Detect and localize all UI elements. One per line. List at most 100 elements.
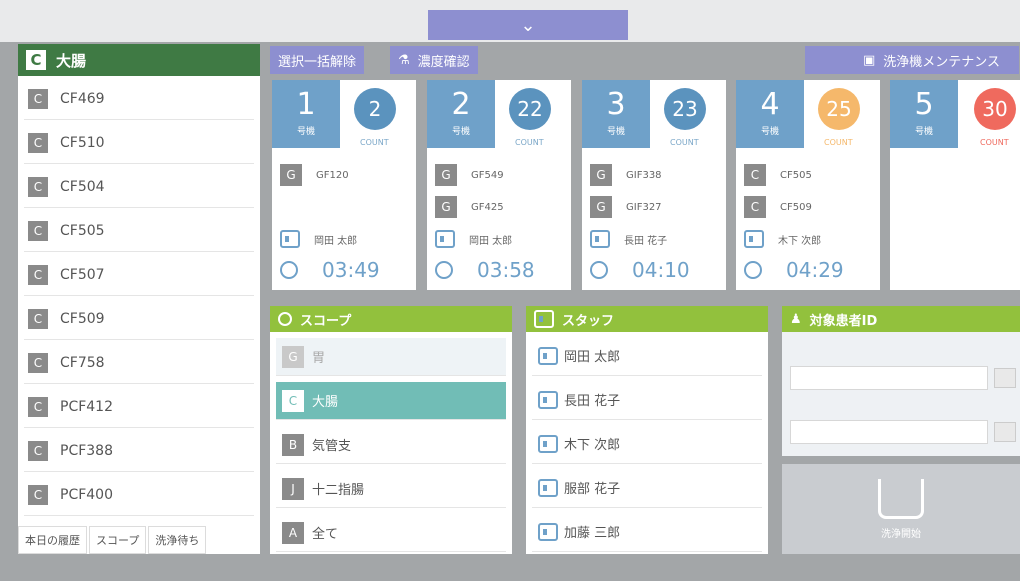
scope-badge: C [28,264,48,285]
scope-code: PCF388 [60,442,113,459]
list-item[interactable]: C CF507 [24,254,254,296]
count-circle: 22 [509,88,551,130]
scope-code: CF505 [60,222,105,239]
washer-maintenance-button[interactable]: ▣ 洗浄機メンテナンス [805,46,1019,74]
scope-badge: C [28,352,48,373]
staff-item[interactable]: 加藤 三郎 [532,512,762,552]
flask-icon: ⚗ [398,52,410,68]
washer-card-2[interactable]: 2 号機 22 COUNT G GF549 G GF425 岡田 太郎 03:58 [427,80,571,290]
tab-wash-waiting[interactable]: 洗浄待ち [148,526,207,554]
staff-panel: スタッフ 岡田 太郎 長田 花子 木下 次郎 服部 花子 加藤 三郎 [526,306,768,554]
scope-code: CF509 [60,310,105,327]
start-wash-button[interactable]: 洗浄開始 [782,464,1020,554]
assigned-staff: 岡田 太郎 [280,230,357,248]
scope-badge: C [28,396,48,417]
scope-code: PCF412 [60,398,113,415]
scope-code: CF469 [60,90,105,107]
clock-icon [280,261,298,279]
count-label: COUNT [670,138,699,147]
scope-filter-item[interactable]: A 全て [276,514,506,552]
left-tabs: 本日の履歴 スコープ 洗浄待ち [18,526,208,554]
scope-badge: C [28,220,48,241]
collapse-button[interactable]: ⌄ [428,10,628,40]
id-card-icon [590,230,610,248]
basin-icon [878,478,924,519]
count-label: COUNT [515,138,544,147]
clock-icon [590,261,608,279]
patient-id-panel: ♟ 対象患者ID [782,306,1020,456]
scope-badge: C [28,484,48,505]
book-icon: ▣ [863,52,876,68]
count-circle: 2 [354,88,396,130]
staff-item[interactable]: 木下 次郎 [532,424,762,464]
count-label: COUNT [360,138,389,147]
assigned-scope: G GIF338 [590,164,662,186]
assigned-scope: G GF549 [435,164,504,186]
scope-list-panel: C 大腸 C CF469 C CF510 C CF504 C CF505 C CF507 … [18,44,260,554]
start-wash-label: 洗浄開始 [881,528,921,540]
list-item[interactable]: C PCF388 [24,430,254,472]
person-icon: ♟ [790,311,802,327]
machine-number: 1 号機 [272,80,340,148]
assigned-staff: 木下 次郎 [744,230,821,248]
staff-item[interactable]: 長田 花子 [532,380,762,420]
list-item[interactable]: C CF510 [24,122,254,164]
washer-card-3[interactable]: 3 号機 23 COUNT G GIF338 G GIF327 長田 花子 04:10 [582,80,726,290]
count-circle: 30 [974,88,1016,130]
machine-number: 3 号機 [582,80,650,148]
id-card-icon [744,230,764,248]
scope-filter-item[interactable]: G胃 [276,338,506,376]
tab-scope[interactable]: スコープ [89,526,147,554]
concentration-check-label: 濃度確認 [417,54,470,70]
id-card-icon [538,434,558,453]
list-item[interactable]: C CF505 [24,210,254,252]
washer-maintenance-label: 洗浄機メンテナンス [883,54,1001,70]
category-badge: C [26,50,46,70]
assigned-staff: 長田 花子 [590,230,667,248]
assigned-scope: C CF505 [744,164,812,186]
patient-id-header: ♟ 対象患者ID [782,306,1020,332]
list-item[interactable]: C PCF412 [24,386,254,428]
washer-card-4[interactable]: 4 号機 25 COUNT C CF505 C CF509 木下 次郎 04:29 [736,80,880,290]
id-card-icon [534,310,554,328]
washer-card-1[interactable]: 1 号機 2 COUNT G GF120 岡田 太郎 03:49 [272,80,416,290]
scope-filter-item[interactable]: J 十二指腸 [276,470,506,508]
count-circle: 23 [664,88,706,130]
scope-filter-item[interactable]: B 気管支 [276,426,506,464]
scope-code: PCF400 [60,486,113,503]
staff-item[interactable]: 岡田 太郎 [532,336,762,376]
scope-code: CF758 [60,354,105,371]
id-card-icon [538,478,558,497]
assigned-scope: C CF509 [744,196,812,218]
washer-card-5[interactable]: 5 号機 30 COUNT [890,80,1020,290]
elapsed-timer: 04:10 [590,258,690,282]
scope-badge: C [28,132,48,153]
list-item[interactable]: C CF504 [24,166,254,208]
tab-today-history[interactable]: 本日の履歴 [18,526,87,554]
elapsed-timer: 03:58 [435,258,535,282]
id-card-icon [538,390,558,409]
clock-icon [744,261,762,279]
patient-id-field-1[interactable] [790,366,988,390]
timer-icon [278,312,292,326]
count-label: COUNT [824,138,853,147]
calendar-icon[interactable] [994,368,1016,388]
staff-item[interactable]: 服部 花子 [532,468,762,508]
concentration-check-button[interactable]: ⚗ 濃度確認 [390,46,478,74]
assigned-scope: G GF120 [280,164,349,186]
calendar-icon[interactable] [994,422,1016,442]
id-card-icon [538,522,558,541]
deselect-all-label: 選択一括解除 [278,54,357,70]
patient-id-field-2[interactable] [790,420,988,444]
list-item[interactable]: C CF509 [24,298,254,340]
list-item[interactable]: C CF758 [24,342,254,384]
id-card-icon [538,346,558,365]
scope-code: CF504 [60,178,105,195]
machine-number: 4 号機 [736,80,804,148]
deselect-all-button[interactable]: 選択一括解除 [270,46,365,74]
scope-filter-item-selected[interactable]: C 大腸 [276,382,506,420]
scope-badge: C [28,88,48,109]
list-item[interactable]: C PCF400 [24,474,254,516]
assigned-scope: G GF425 [435,196,504,218]
list-item[interactable]: C CF469 [24,78,254,120]
